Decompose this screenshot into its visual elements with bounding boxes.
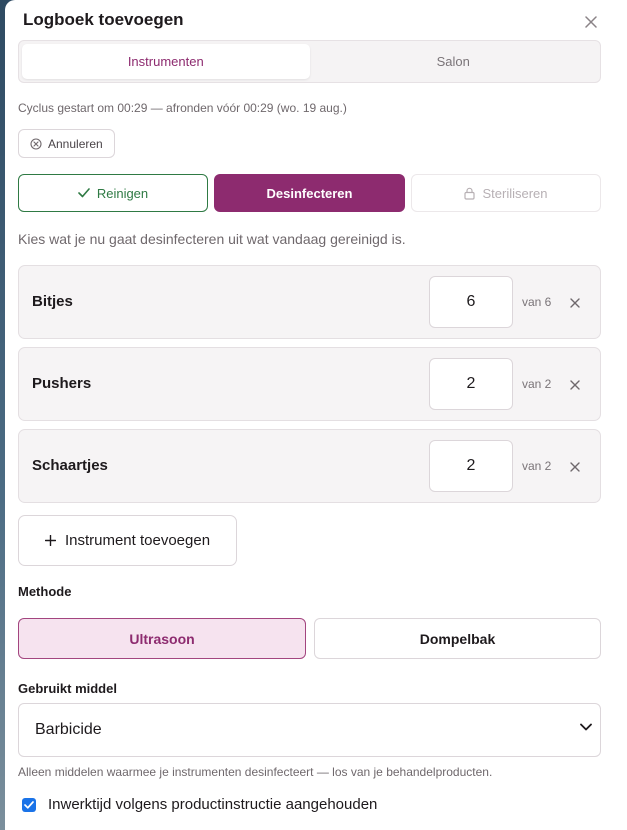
remove-instrument-button[interactable] bbox=[566, 458, 584, 476]
tab-instruments[interactable]: Instrumenten bbox=[22, 44, 310, 79]
method-ultrasonic-button[interactable]: Ultrasoon bbox=[18, 618, 306, 659]
close-icon bbox=[585, 16, 597, 28]
contact-time-row: Inwerktijd volgens productinstructie aan… bbox=[22, 796, 377, 813]
close-button[interactable] bbox=[581, 12, 601, 32]
method-label: Methode bbox=[18, 584, 72, 599]
chevron-down-icon bbox=[580, 723, 592, 731]
agent-label: Gebruikt middel bbox=[18, 681, 117, 696]
method-immersion-button[interactable]: Dompelbak bbox=[314, 618, 601, 659]
tab-salon[interactable]: Salon bbox=[310, 44, 598, 79]
quantity-input[interactable] bbox=[429, 276, 513, 328]
instrument-name: Bitjes bbox=[32, 293, 73, 310]
cancel-circle-icon bbox=[30, 137, 42, 150]
add-instrument-button[interactable]: Instrument toevoegen bbox=[18, 515, 237, 566]
quantity-input[interactable] bbox=[429, 358, 513, 410]
step-clean-button[interactable]: Reinigen bbox=[18, 174, 208, 212]
agent-selected-value: Barbicide bbox=[35, 721, 102, 738]
instrument-name: Schaartjes bbox=[32, 457, 108, 474]
cancel-cycle-label: Annuleren bbox=[48, 136, 103, 151]
close-icon bbox=[570, 298, 580, 308]
remove-instrument-button[interactable] bbox=[566, 376, 584, 394]
close-icon bbox=[570, 462, 580, 472]
instrument-row: Bitjes van 6 bbox=[18, 265, 601, 339]
quantity-max: van 6 bbox=[522, 295, 552, 309]
instrument-name: Pushers bbox=[32, 375, 92, 392]
lock-icon bbox=[464, 187, 476, 200]
step-sterilize-label: Steriliseren bbox=[482, 185, 548, 201]
quantity-max: van 2 bbox=[522, 377, 552, 391]
check-icon bbox=[78, 188, 90, 198]
cancel-cycle-button[interactable]: Annuleren bbox=[18, 129, 115, 158]
agent-select[interactable]: Barbicide bbox=[18, 703, 601, 757]
agent-help-text: Alleen middelen waarmee je instrumenten … bbox=[18, 765, 493, 779]
step-sterilize-button[interactable]: Steriliseren bbox=[411, 174, 601, 212]
instrument-row: Pushers van 2 bbox=[18, 347, 601, 421]
checkmark-icon bbox=[24, 800, 34, 809]
plus-icon bbox=[44, 535, 56, 546]
step-disinfect-label: Desinfecteren bbox=[266, 185, 353, 201]
cycle-status-text: Cyclus gestart om 00:29 — afronden vóór … bbox=[18, 101, 347, 115]
remove-instrument-button[interactable] bbox=[566, 294, 584, 312]
step-clean-label: Reinigen bbox=[96, 185, 149, 201]
close-icon bbox=[570, 380, 580, 390]
category-tabs: Instrumenten Salon bbox=[18, 40, 601, 83]
contact-time-label: Inwerktijd volgens productinstructie aan… bbox=[48, 796, 378, 813]
instrument-row: Schaartjes van 2 bbox=[18, 429, 601, 503]
step-disinfect-button[interactable]: Desinfecteren bbox=[214, 174, 405, 212]
add-instrument-label: Instrument toevoegen bbox=[64, 532, 211, 549]
quantity-input[interactable] bbox=[429, 440, 513, 492]
cycle-steps: Reinigen Desinfecteren Steriliseren bbox=[18, 174, 601, 212]
quantity-max: van 2 bbox=[522, 459, 552, 473]
dialog-title: Logboek toevoegen bbox=[23, 10, 184, 29]
selection-hint: Kies wat je nu gaat desinfecteren uit wa… bbox=[18, 231, 406, 247]
contact-time-checkbox[interactable] bbox=[22, 797, 36, 812]
